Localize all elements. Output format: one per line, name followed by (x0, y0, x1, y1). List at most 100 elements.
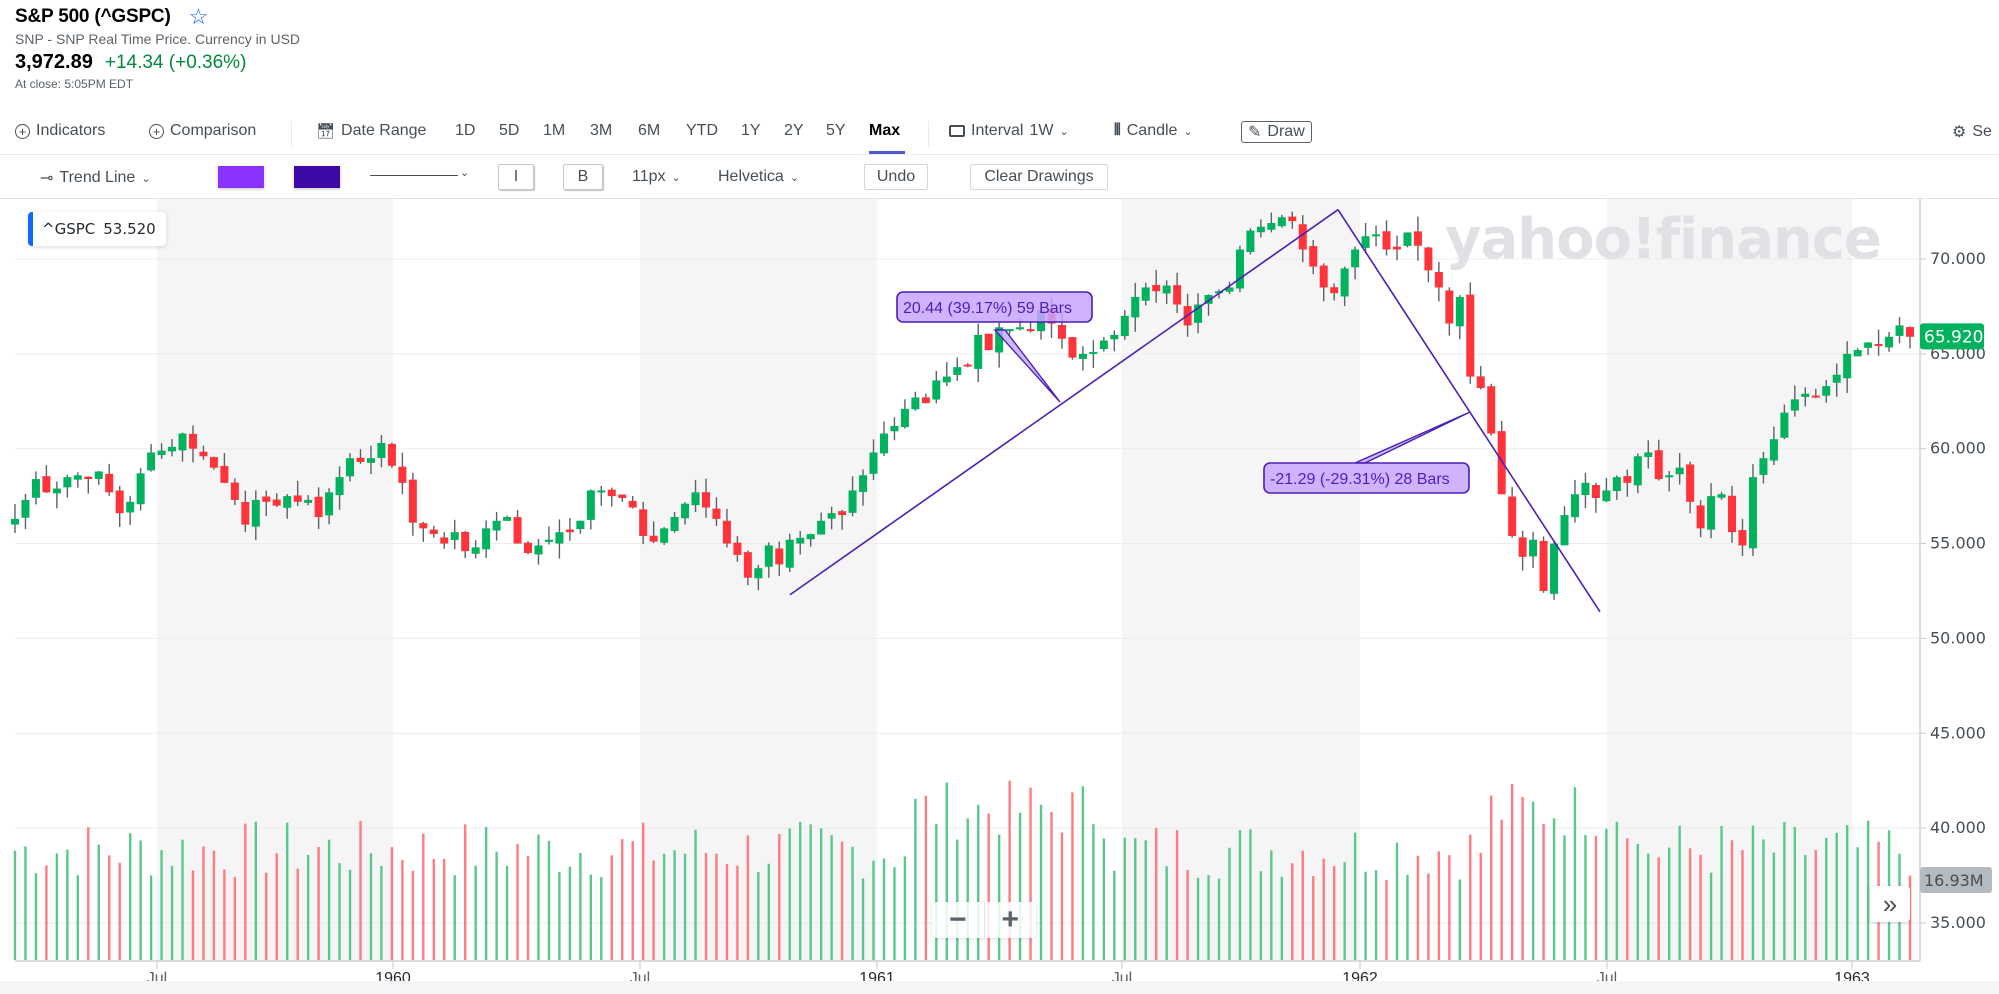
candle-body (670, 516, 679, 532)
font-family-label: Helvetica (718, 168, 784, 185)
candle-body (1330, 287, 1339, 294)
y-tick-label: 35.000 (1930, 913, 1986, 932)
candle-body (1728, 495, 1737, 533)
candle-body (283, 496, 292, 508)
scroll-to-latest-button[interactable]: » (1870, 886, 1910, 922)
candle-body (785, 539, 794, 568)
candle-body (764, 545, 773, 567)
font-size-select[interactable]: 11px ⌄ (632, 168, 681, 186)
drawing-tool-select[interactable]: ⊸ Trend Line ⌄ (40, 168, 151, 188)
candle-body (1529, 539, 1538, 557)
indicators-label: Indicators (36, 122, 106, 139)
last-price-badge: 65.920 (1920, 323, 1984, 350)
range-1m[interactable]: 1M (543, 122, 565, 140)
candle-body (1173, 285, 1182, 305)
range-ytd[interactable]: YTD (686, 122, 718, 140)
candle-body (1361, 236, 1370, 248)
zoom-controls: − + (932, 902, 1036, 938)
italic-button[interactable]: I (498, 164, 534, 190)
date-range-button[interactable]: 📅︎ Date Range (316, 122, 426, 140)
zoom-out-button[interactable]: − (932, 902, 985, 938)
quote-subtitle: SNP - SNP Real Time Price. Currency in U… (15, 31, 301, 47)
comparison-button[interactable]: + Comparison (149, 122, 256, 140)
x-tick-label: Jul (1112, 970, 1132, 981)
candle-body (1099, 340, 1108, 349)
range-3m[interactable]: 3M (590, 122, 612, 140)
candle-body (251, 499, 260, 527)
candle-body (1874, 344, 1883, 347)
candle-body (1885, 336, 1894, 348)
candle-body (1843, 353, 1852, 379)
candle-body (482, 528, 491, 550)
trend-line-icon: ⊸ (40, 170, 54, 187)
candle-body (942, 376, 951, 383)
candle-body (178, 433, 187, 451)
candle-body (1738, 530, 1747, 546)
range-max[interactable]: Max (869, 122, 900, 140)
candle-body (168, 446, 177, 452)
clear-drawings-button[interactable]: Clear Drawings (970, 164, 1108, 190)
candle-body (1235, 249, 1244, 289)
candle-body (335, 477, 344, 496)
range-1d[interactable]: 1D (455, 122, 475, 140)
range-1y[interactable]: 1Y (741, 122, 761, 140)
undo-button[interactable]: Undo (864, 164, 928, 190)
candle-body (1790, 399, 1799, 411)
bold-button[interactable]: B (563, 164, 603, 190)
candle-body (503, 516, 512, 521)
candle-body (429, 529, 438, 535)
candle-body (461, 531, 470, 552)
candle-body (52, 488, 61, 494)
draw-button[interactable]: ✎ Draw (1241, 121, 1312, 143)
price-chart[interactable]: 70.00065.00060.00055.00050.00045.00040.0… (0, 199, 1999, 981)
range-5d[interactable]: 5D (499, 122, 519, 140)
pencil-icon: ✎ (1248, 124, 1262, 141)
range-2y[interactable]: 2Y (784, 122, 804, 140)
candle-body (1424, 247, 1433, 271)
candle-body (890, 425, 899, 432)
toolbar-divider (928, 121, 929, 147)
period-band (1607, 199, 1852, 961)
line-color-swatch[interactable] (294, 166, 340, 188)
font-family-select[interactable]: Helvetica ⌄ (718, 168, 799, 186)
plus-circle-icon: + (149, 123, 164, 139)
candle-body (126, 501, 135, 513)
candle-body (932, 380, 941, 400)
candle-body (1570, 494, 1579, 518)
x-tick-label: Jul (147, 970, 167, 981)
star-icon[interactable]: ☆ (189, 6, 209, 28)
chevron-down-icon: ⌄ (141, 172, 151, 185)
line-style-select[interactable]: ⌄ (460, 166, 469, 179)
candle-body (1686, 464, 1695, 502)
candle-body (796, 537, 805, 544)
candle-body (1906, 327, 1914, 337)
candle-body (628, 500, 637, 508)
indicators-button[interactable]: + Indicators (15, 122, 105, 140)
candle-body (1110, 334, 1119, 340)
interval-button[interactable]: Interval 1W ⌄ (949, 122, 1069, 140)
candle-body (1487, 386, 1496, 434)
candle-body (157, 450, 166, 456)
settings-button[interactable]: ⚙ Se (1952, 122, 1992, 142)
chart-type-button[interactable]: ⫴ Candle ⌄ (1114, 122, 1193, 140)
candle-body (1602, 490, 1611, 502)
candle-body (272, 499, 281, 506)
candle-body (1392, 246, 1401, 250)
candle-body (84, 476, 93, 480)
candle-body (660, 528, 669, 543)
period-band (157, 199, 393, 961)
fill-color-swatch[interactable] (218, 166, 264, 188)
crosshair-tooltip: ^GSPC 53.520 (28, 212, 166, 246)
candle-body (241, 501, 250, 525)
candle-body (1560, 515, 1569, 546)
price-change: +14.34 (+0.36%) (104, 52, 247, 73)
candle-body (1277, 217, 1286, 227)
candle-body (733, 542, 742, 555)
measure-pointer (1354, 411, 1471, 464)
candle-body (356, 457, 365, 462)
volume-badge: 16.93M (1920, 867, 1992, 893)
zoom-in-button[interactable]: + (985, 902, 1037, 938)
range-6m[interactable]: 6M (638, 122, 660, 140)
calendar-icon: 📅︎ (316, 123, 336, 140)
range-5y[interactable]: 5Y (826, 122, 846, 140)
